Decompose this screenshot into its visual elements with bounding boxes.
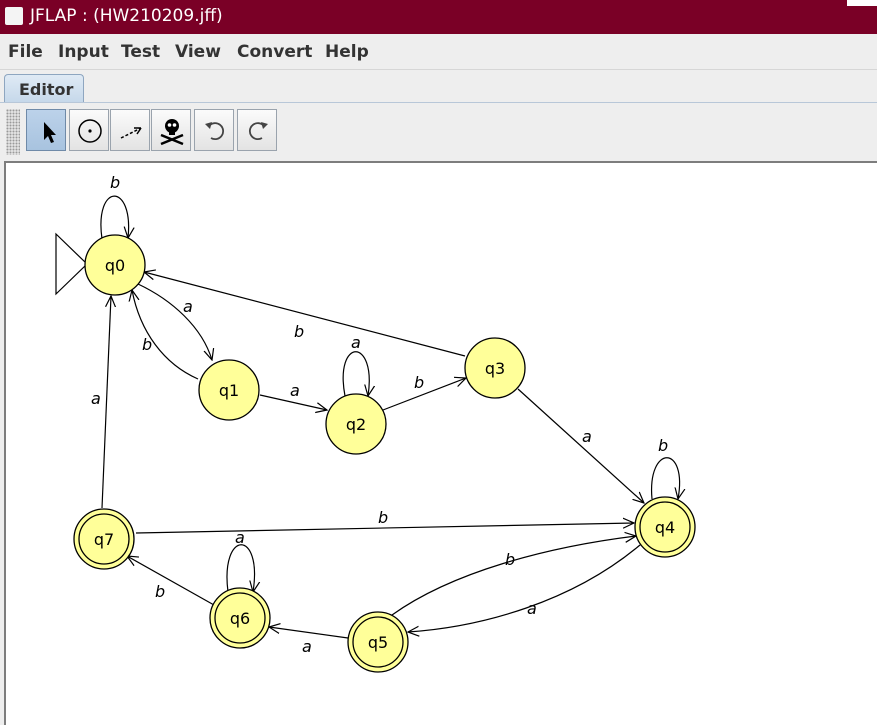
transition-q6-q6[interactable] xyxy=(226,544,255,592)
transition-q6-q7[interactable] xyxy=(127,556,215,606)
state-q7[interactable]: q7 xyxy=(73,508,135,570)
java-app-icon xyxy=(5,7,23,25)
state-q4-label: q4 xyxy=(655,518,675,537)
state-q5[interactable]: q5 xyxy=(347,611,409,673)
state-q3[interactable]: q3 xyxy=(464,337,526,399)
transition-q5-q4[interactable] xyxy=(391,536,636,616)
menu-convert[interactable]: Convert xyxy=(237,42,312,62)
redo-icon xyxy=(249,122,268,141)
state-q0[interactable]: q0 xyxy=(84,234,146,296)
transition-q2-q2[interactable] xyxy=(342,351,369,396)
transition-q7-q0[interactable] xyxy=(101,296,111,509)
menu-test[interactable]: Test xyxy=(121,42,160,62)
window-control-button[interactable] xyxy=(847,0,877,6)
tab-strip: Editor xyxy=(0,70,877,103)
undo-button[interactable] xyxy=(194,109,234,151)
state-q5-label: q5 xyxy=(368,633,388,652)
label-q0-q1: a xyxy=(183,297,193,316)
label-q1-q0: b xyxy=(142,335,152,354)
transition-q2-q3[interactable] xyxy=(382,378,466,411)
window-title: JFLAP : (HW210209.jff) xyxy=(30,6,223,26)
label-q5-q4: b xyxy=(505,550,515,569)
deleter-button[interactable] xyxy=(151,109,191,151)
editor-toolbar xyxy=(0,103,877,159)
transition-arrow-icon xyxy=(120,127,142,139)
state-q4[interactable]: q4 xyxy=(634,496,696,558)
label-q1-q2: a xyxy=(290,381,300,400)
transition-creator-button[interactable] xyxy=(110,109,150,151)
transition-q0-q0[interactable] xyxy=(100,195,129,239)
toolbar-grip[interactable] xyxy=(6,109,20,155)
pointer-arrow-icon xyxy=(44,122,56,143)
state-q2[interactable]: q2 xyxy=(325,393,387,455)
label-q5-q6: a xyxy=(302,637,312,656)
label-q6-q6: a xyxy=(235,528,245,547)
state-diagram: b a b a a b b a b a b a a b a b q0 q1 q2… xyxy=(55,173,696,673)
title-bar: JFLAP : (HW210209.jff) xyxy=(0,0,877,34)
menu-bar: File Input Test View Convert Help xyxy=(0,34,877,70)
state-circle-icon xyxy=(78,119,102,143)
state-q6[interactable]: q6 xyxy=(209,587,271,649)
automaton-canvas[interactable]: b a b a a b b a b a b a a b a b q0 q1 q2… xyxy=(4,161,877,725)
tab-editor-label: Editor xyxy=(19,80,74,99)
initial-state-arrow xyxy=(55,232,88,296)
transition-q4-q4[interactable] xyxy=(651,457,680,499)
menu-file[interactable]: File xyxy=(8,42,43,62)
transition-q3-q4[interactable] xyxy=(517,388,644,503)
label-q4-q4: b xyxy=(658,436,668,455)
state-creator-button[interactable] xyxy=(69,109,109,151)
state-q7-label: q7 xyxy=(94,530,114,549)
label-q3-q0: b xyxy=(294,322,304,341)
skull-crossbones-icon xyxy=(160,119,184,146)
state-q6-label: q6 xyxy=(230,609,250,628)
menu-input[interactable]: Input xyxy=(58,42,109,62)
label-q7-q0: a xyxy=(91,389,101,408)
undo-icon xyxy=(205,122,224,141)
attribute-editor-button[interactable] xyxy=(26,109,66,151)
state-q3-label: q3 xyxy=(485,359,505,378)
menu-help[interactable]: Help xyxy=(325,42,369,62)
label-q4-q5: a xyxy=(527,599,537,618)
label-q2-q2: a xyxy=(351,333,361,352)
state-q2-label: q2 xyxy=(346,415,366,434)
state-q0-label: q0 xyxy=(105,256,125,275)
label-q0-q0: b xyxy=(110,173,120,192)
tab-editor[interactable]: Editor xyxy=(4,74,84,102)
label-q2-q3: b xyxy=(414,373,424,392)
label-q7-q4: b xyxy=(378,508,388,527)
menu-view[interactable]: View xyxy=(175,42,221,62)
state-q1[interactable]: q1 xyxy=(198,359,260,421)
label-q3-q4: a xyxy=(582,427,592,446)
state-q1-label: q1 xyxy=(219,381,239,400)
label-q6-q7: b xyxy=(155,582,165,601)
redo-button[interactable] xyxy=(237,109,277,151)
